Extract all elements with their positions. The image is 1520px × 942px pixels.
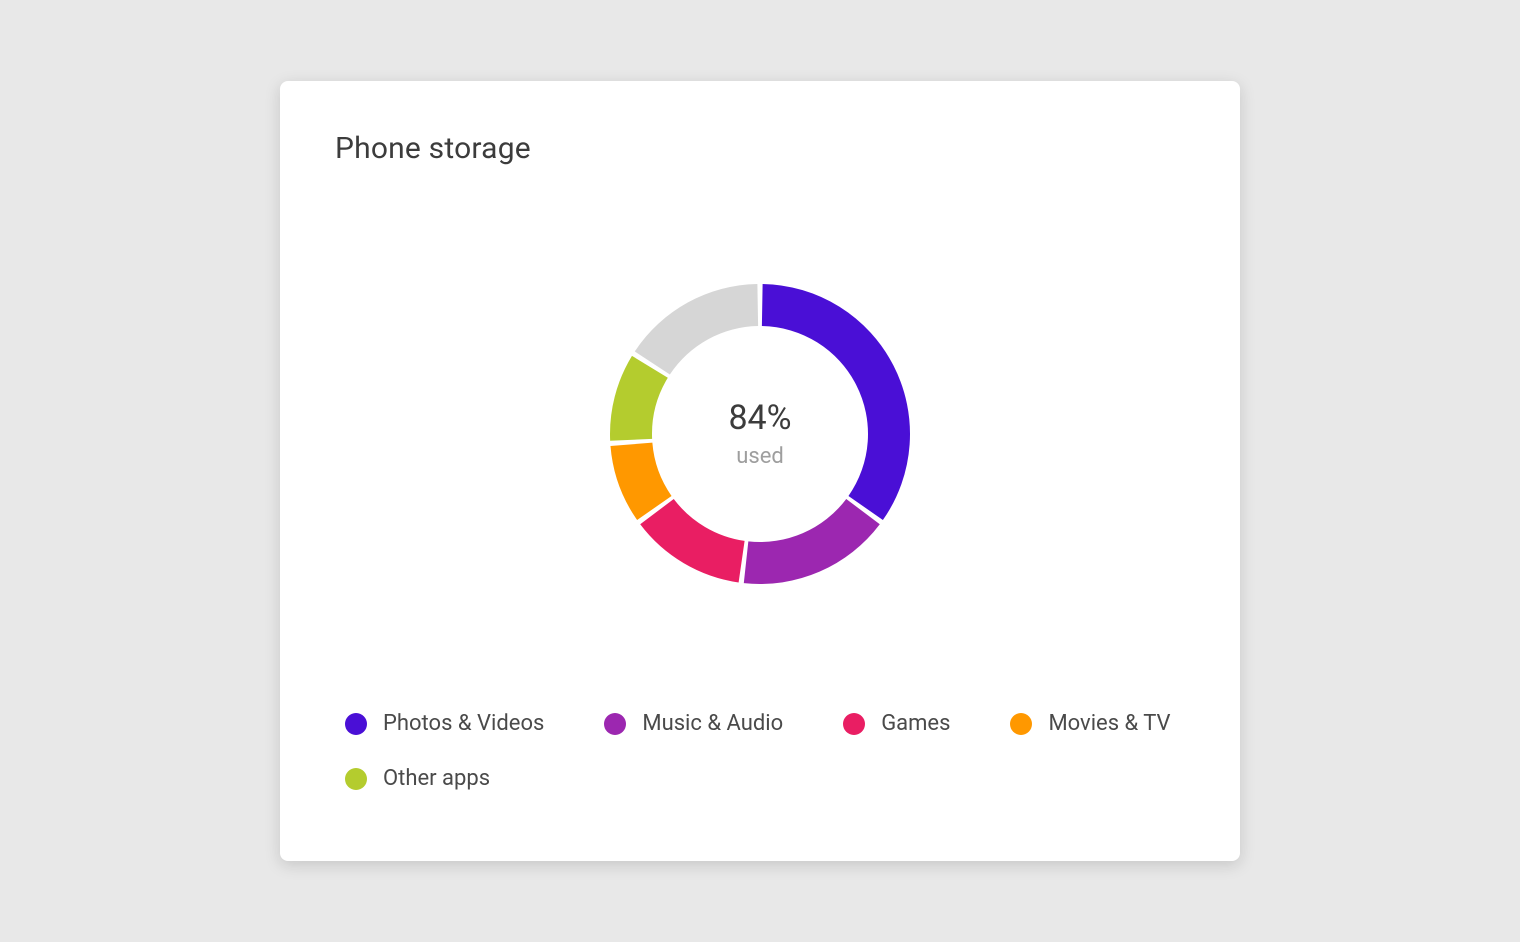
legend-swatch xyxy=(604,713,626,735)
donut-slice xyxy=(640,498,744,581)
legend-label: Other apps xyxy=(383,766,490,791)
legend-swatch xyxy=(345,768,367,790)
donut-container: 84% used xyxy=(600,274,920,594)
chart-area: 84% used xyxy=(335,166,1185,701)
donut-chart xyxy=(600,274,920,594)
donut-slice xyxy=(635,284,758,375)
donut-slice xyxy=(762,284,910,520)
legend-item: Movies & TV xyxy=(1010,711,1170,736)
legend-swatch xyxy=(345,713,367,735)
donut-slice xyxy=(610,355,668,440)
legend-label: Movies & TV xyxy=(1048,711,1170,736)
legend-label: Games xyxy=(881,711,950,736)
legend: Photos & Videos Music & Audio Games Movies … xyxy=(335,701,1185,811)
legend-item: Other apps xyxy=(345,766,490,791)
legend-swatch xyxy=(843,713,865,735)
legend-item: Music & Audio xyxy=(604,711,783,736)
storage-card: Phone storage 84% used Photos & Videos Mu… xyxy=(280,81,1240,861)
legend-item: Games xyxy=(843,711,950,736)
legend-label: Music & Audio xyxy=(642,711,783,736)
legend-label: Photos & Videos xyxy=(383,711,544,736)
card-title: Phone storage xyxy=(335,131,1185,166)
legend-item: Photos & Videos xyxy=(345,711,544,736)
donut-slice xyxy=(744,498,880,583)
legend-swatch xyxy=(1010,713,1032,735)
